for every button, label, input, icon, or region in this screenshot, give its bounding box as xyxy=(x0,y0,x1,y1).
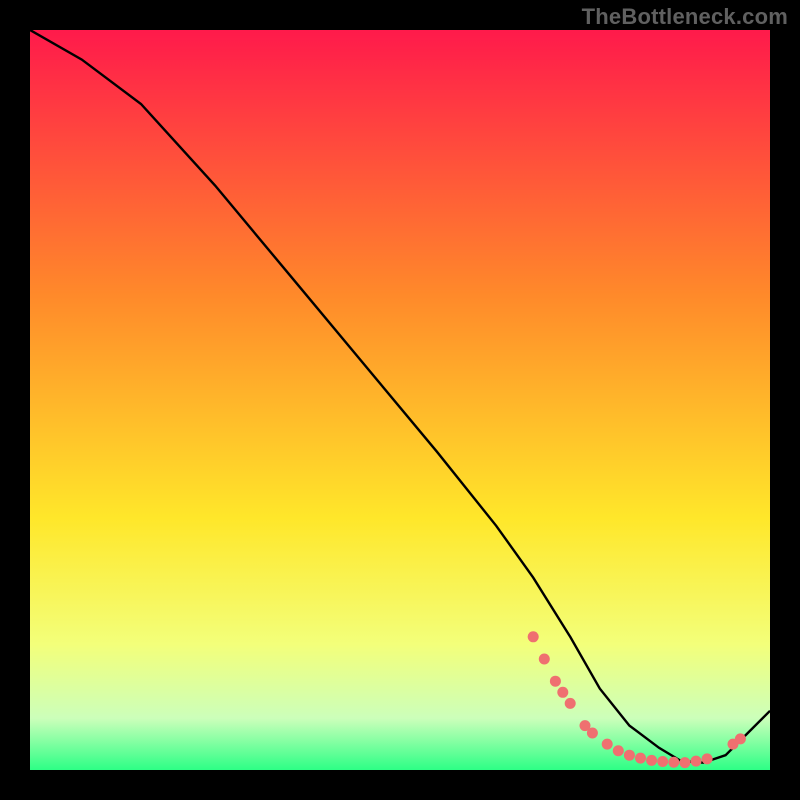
data-marker xyxy=(657,756,668,767)
data-marker xyxy=(587,728,598,739)
data-marker xyxy=(635,753,646,764)
gradient-rect xyxy=(30,30,770,770)
data-marker xyxy=(528,631,539,642)
data-marker xyxy=(679,757,690,768)
data-marker xyxy=(565,698,576,709)
data-marker xyxy=(539,654,550,665)
data-marker xyxy=(735,733,746,744)
watermark-text: TheBottleneck.com xyxy=(582,4,788,30)
data-marker xyxy=(602,739,613,750)
data-marker xyxy=(668,757,679,768)
data-marker xyxy=(550,676,561,687)
data-marker xyxy=(702,753,713,764)
chart-svg xyxy=(30,30,770,770)
data-marker xyxy=(624,750,635,761)
data-marker xyxy=(691,756,702,767)
plot-area xyxy=(30,30,770,770)
data-marker xyxy=(646,755,657,766)
data-marker xyxy=(557,687,568,698)
chart-frame: TheBottleneck.com xyxy=(0,0,800,800)
data-marker xyxy=(613,745,624,756)
